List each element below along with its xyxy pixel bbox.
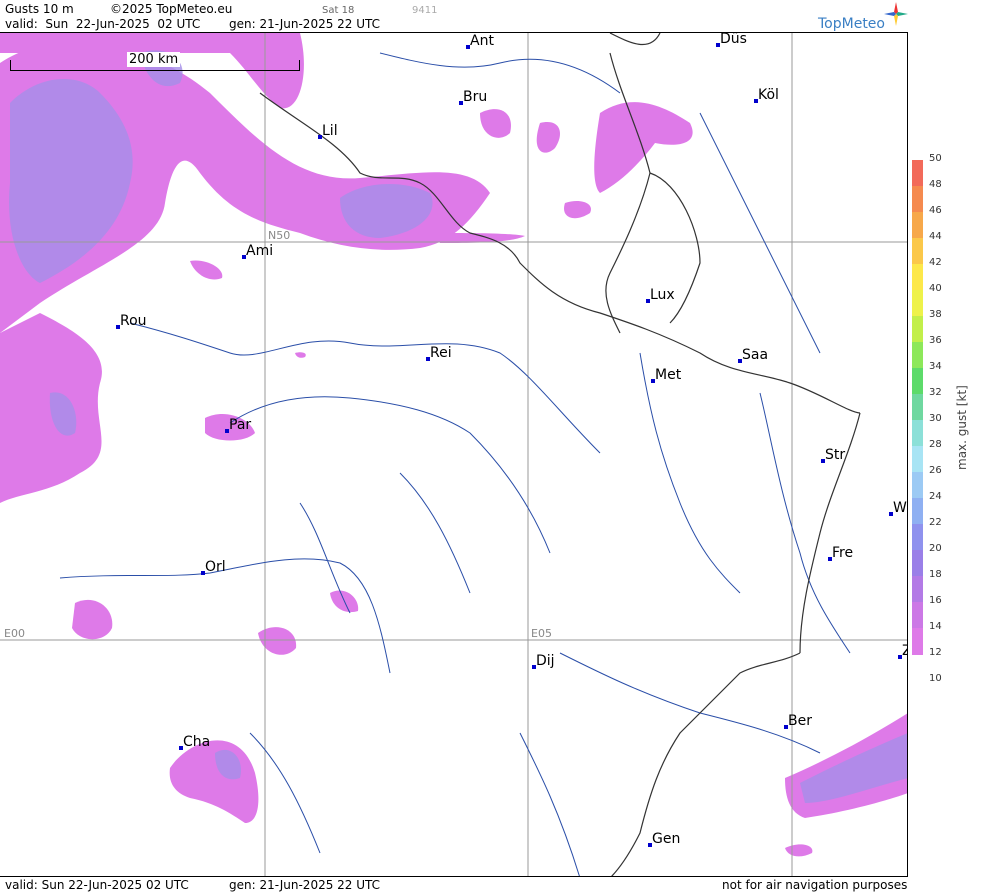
map-area[interactable]: N50 E00 E05 Ant Düs Bru Köl Lil Ami Rou … — [0, 32, 908, 877]
product-title: Gusts 10 m — [5, 2, 74, 16]
legend-tick-label: 46 — [929, 205, 942, 216]
legend-swatch — [912, 342, 923, 369]
city-lil[interactable]: Lil — [318, 123, 338, 139]
legend-tick-label: 36 — [929, 335, 942, 346]
legend-swatch — [912, 186, 923, 213]
footer-note: not for air navigation purposes — [722, 878, 908, 892]
compass-logo-icon — [884, 2, 908, 26]
footer: valid: Sun 22-Jun-2025 02 UTC gen: 21-Ju… — [0, 878, 1000, 893]
legend-swatch — [912, 472, 923, 499]
city-w[interactable]: W — [889, 500, 907, 516]
legend-swatch — [912, 238, 923, 265]
footer-gen: gen: 21-Jun-2025 22 UTC — [229, 878, 381, 892]
legend-tick-label: 32 — [929, 387, 942, 398]
legend-swatch — [912, 368, 923, 395]
valid-time: valid: Sun 22-Jun-2025 02 UTC — [5, 17, 201, 31]
legend-swatch — [912, 628, 923, 655]
legend-tick-label: 26 — [929, 465, 942, 476]
city-gen[interactable]: Gen — [648, 831, 680, 847]
legend-tick-label: 14 — [929, 621, 942, 632]
legend-tick-label: 44 — [929, 231, 942, 242]
city-ami[interactable]: Ami — [242, 243, 273, 259]
grid-label-n50: N50 — [268, 229, 291, 242]
grid-label-e00: E00 — [4, 627, 25, 640]
city-bru[interactable]: Bru — [459, 89, 487, 105]
city-orl[interactable]: Orl — [201, 559, 226, 575]
city-cha[interactable]: Cha — [179, 734, 210, 750]
copyright: ©2025 TopMeteo.eu — [110, 2, 233, 16]
legend-tick-label: 16 — [929, 595, 942, 606]
legend-swatch — [912, 524, 923, 551]
city-str[interactable]: Str — [821, 447, 845, 463]
country-borders — [259, 33, 861, 876]
grid-label-e05: E05 — [531, 627, 552, 640]
legend-tick-label: 50 — [929, 153, 942, 164]
legend-swatch — [912, 550, 923, 577]
city-dij[interactable]: Dij — [532, 653, 555, 669]
legend-swatch — [912, 160, 923, 187]
legend-tick-label: 30 — [929, 413, 942, 424]
legend-tick-label: 42 — [929, 257, 942, 268]
legend-tick-label: 40 — [929, 283, 942, 294]
city-dus[interactable]: Düs — [716, 33, 747, 47]
legend-swatch — [912, 420, 923, 447]
brand-logo: TopMeteo — [818, 16, 885, 32]
sat-label: Sat 18 — [322, 5, 355, 16]
scale-label: 200 km — [127, 52, 181, 67]
legend-color-bar — [912, 160, 923, 655]
city-par[interactable]: Par — [225, 417, 251, 433]
legend-swatch — [912, 290, 923, 317]
legend-tick-label: 12 — [929, 647, 942, 658]
legend-swatch — [912, 394, 923, 421]
legend-swatch — [912, 602, 923, 629]
legend-tick-label: 34 — [929, 361, 942, 372]
city-lux[interactable]: Lux — [646, 287, 675, 303]
legend-tick-label: 20 — [929, 543, 942, 554]
footer-valid: valid: Sun 22-Jun-2025 02 UTC — [5, 878, 189, 892]
legend-tick-label: 38 — [929, 309, 942, 320]
legend-tick-label: 10 — [929, 673, 942, 684]
legend-swatch — [912, 316, 923, 343]
legend-tick-label: 48 — [929, 179, 942, 190]
code-label: 9411 — [412, 5, 438, 16]
city-fre[interactable]: Fre — [828, 545, 853, 561]
legend-tick-label: 18 — [929, 569, 942, 580]
city-ber[interactable]: Ber — [784, 713, 812, 729]
legend-swatch — [912, 446, 923, 473]
legend-swatch — [912, 212, 923, 239]
city-kol[interactable]: Köl — [754, 87, 779, 103]
legend-swatch — [912, 576, 923, 603]
map-canvas — [0, 33, 907, 876]
legend-title: max. gust [kt] — [955, 385, 969, 470]
legend-tick-label: 28 — [929, 439, 942, 450]
legend-tick-label: 22 — [929, 517, 942, 528]
city-met[interactable]: Met — [651, 367, 681, 383]
legend-swatch — [912, 264, 923, 291]
city-rei[interactable]: Rei — [426, 345, 452, 361]
legend-swatch — [912, 498, 923, 525]
legend-tick-label: 24 — [929, 491, 942, 502]
city-ant[interactable]: Ant — [466, 33, 494, 49]
city-saa[interactable]: Saa — [738, 347, 768, 363]
generated-time: gen: 21-Jun-2025 22 UTC — [229, 17, 381, 31]
city-z[interactable]: Z — [898, 643, 907, 659]
city-rou[interactable]: Rou — [116, 313, 147, 329]
